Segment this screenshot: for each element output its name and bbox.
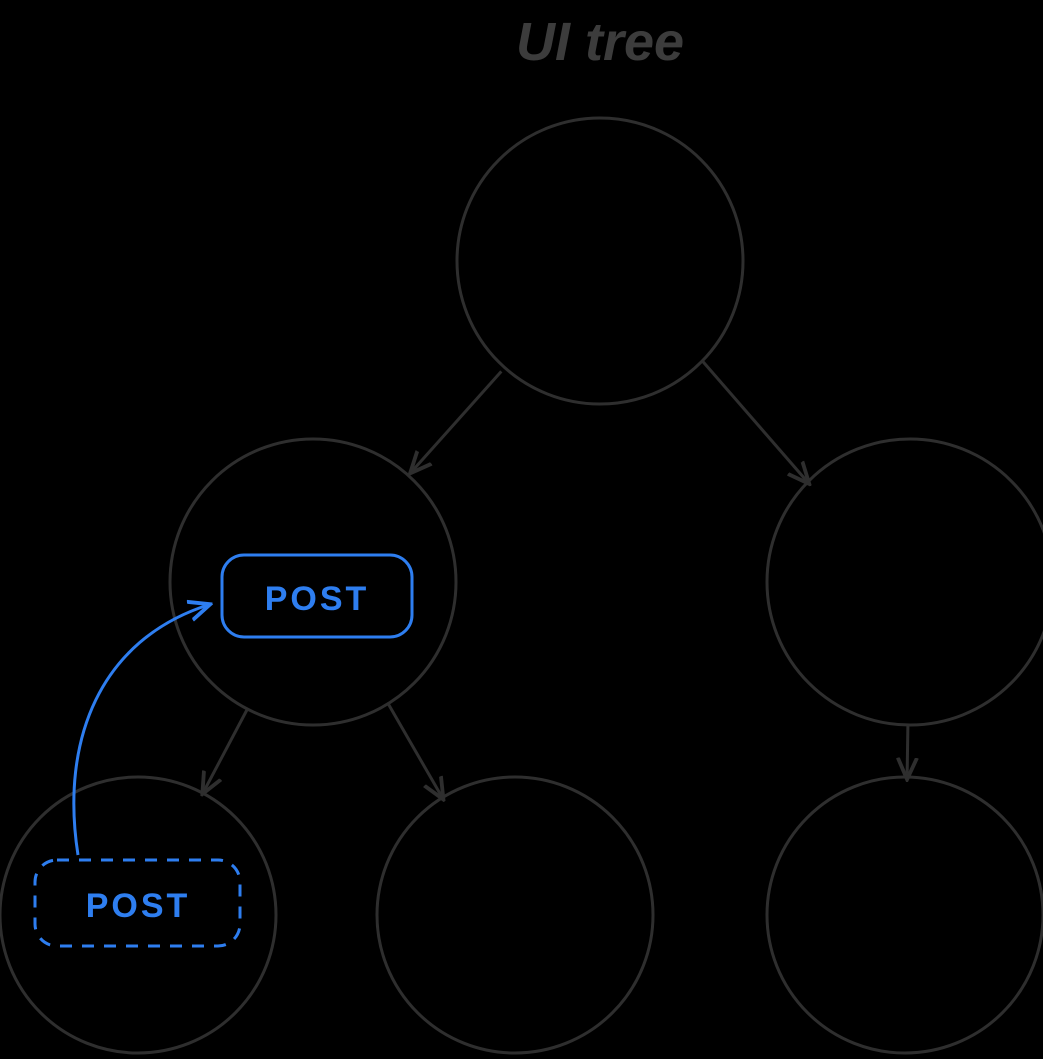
edge-right-rr bbox=[907, 725, 908, 777]
ui-tree-diagram: UI tree POST POST bbox=[0, 0, 1043, 1059]
node-right bbox=[767, 439, 1043, 725]
arrow-dashed-to-solid bbox=[74, 605, 208, 855]
node-left-right bbox=[377, 777, 653, 1053]
diagram-title: UI tree bbox=[516, 12, 684, 72]
edge-root-left bbox=[412, 371, 502, 471]
post-label-solid: POST bbox=[265, 580, 370, 618]
node-root bbox=[457, 118, 743, 404]
edge-left-ll bbox=[204, 709, 248, 792]
node-right-right bbox=[767, 777, 1043, 1053]
post-label-dashed: POST bbox=[86, 887, 191, 925]
edge-left-lr bbox=[388, 704, 442, 798]
edge-root-right bbox=[702, 361, 807, 482]
